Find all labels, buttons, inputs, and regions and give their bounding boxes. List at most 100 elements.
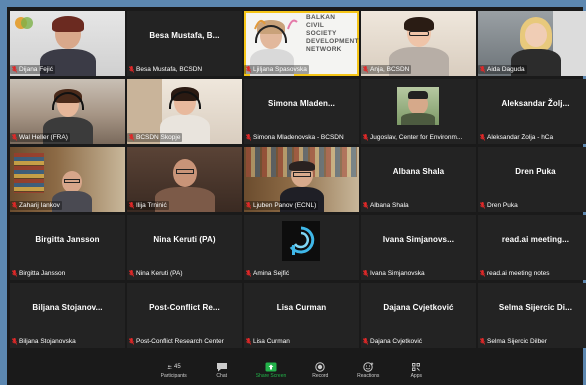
- participant-name-label: read.ai meeting notes: [480, 270, 586, 277]
- muted-mic-icon: [12, 66, 17, 73]
- participant-name-center: Post-Conflict Re...: [149, 303, 220, 312]
- share-screen-label: Share Screen: [255, 373, 287, 379]
- apps-button[interactable]: Apps: [402, 361, 430, 379]
- muted-mic-icon: [363, 134, 368, 141]
- muted-mic-icon: [480, 338, 485, 345]
- participant-name-label: Amina Sejfić: [246, 270, 355, 277]
- muted-mic-icon: [129, 134, 134, 141]
- participant-name-label: Post-Conflict Research Center: [129, 338, 238, 345]
- participant-tile[interactable]: Ivana Simjanovs... Ivana Simjanovska: [361, 215, 476, 280]
- participants-count: 45: [174, 363, 181, 370]
- participant-name-label: Aida Daguda: [478, 65, 527, 74]
- participants-button[interactable]: 45 Participants: [160, 361, 188, 380]
- participant-name-center: Selma Sijercic Di...: [498, 303, 573, 312]
- participant-name-center: Biljana Stojanov...: [32, 303, 103, 312]
- muted-mic-icon: [129, 338, 134, 345]
- participant-name-center: Ivana Simjanovs...: [382, 235, 455, 244]
- participant-tile[interactable]: read.ai meeting... read.ai meeting notes: [478, 215, 586, 280]
- gallery-grid: Dijana Fejić Besa Mustafa, B... Besa Mus…: [10, 11, 586, 356]
- reactions-button[interactable]: Reactions: [354, 361, 382, 379]
- participant-name-center: Lisa Curman: [276, 303, 327, 312]
- participant-tile[interactable]: Albana Shala Albana Shala: [361, 147, 476, 212]
- participant-tile[interactable]: Amina Sejfić: [244, 215, 359, 280]
- participant-tile[interactable]: Ilija Trninić: [127, 147, 242, 212]
- participant-tile[interactable]: Ljuben Panov (ECNL): [244, 147, 359, 212]
- meeting-window: Dijana Fejić Besa Mustafa, B... Besa Mus…: [7, 7, 586, 385]
- participant-name-label: Selma Sijercic Dilber: [480, 338, 586, 345]
- participant-tile[interactable]: Aida Daguda: [478, 11, 586, 76]
- reactions-icon: [361, 361, 375, 372]
- participant-tile[interactable]: Post-Conflict Re... Post-Conflict Resear…: [127, 283, 242, 348]
- sunglasses-icon: [408, 91, 428, 99]
- participant-name-label: Dijana Fejić: [10, 65, 55, 74]
- muted-mic-icon: [363, 202, 368, 209]
- participant-name-center: Besa Mustafa, B...: [149, 31, 220, 40]
- muted-mic-icon: [480, 270, 485, 277]
- participant-name-label: Besa Mustafa, BCSDN: [129, 66, 238, 73]
- participant-name-label: Albana Shala: [363, 202, 472, 209]
- muted-mic-icon: [480, 134, 485, 141]
- bookshelf: [14, 153, 44, 193]
- participant-tile[interactable]: Besa Mustafa, B... Besa Mustafa, BCSDN: [127, 11, 242, 76]
- bcsdn-logo-text: BALKAN CIVIL SOCIETY DEVELOPMENT NETWORK: [306, 14, 359, 53]
- participant-name-label: Dren Puka: [480, 202, 586, 209]
- muted-mic-icon: [363, 338, 368, 345]
- avatar-swirl-icon: [289, 226, 315, 255]
- participant-name-label: Ilija Trninić: [127, 201, 169, 210]
- participant-tile[interactable]: Anja, BCSDN: [361, 11, 476, 76]
- muted-mic-icon: [129, 270, 134, 277]
- bcsdn-network-logo: [250, 14, 300, 34]
- participant-name-label: Ljiljana Spasovska: [244, 65, 309, 74]
- participant-tile[interactable]: Jugoslav, Center for Environm...: [361, 79, 476, 144]
- participant-name-label: Aleksandar Žolja - hCa: [480, 134, 586, 141]
- glasses-icon: [408, 31, 429, 36]
- participant-tile-active-speaker[interactable]: BALKAN CIVIL SOCIETY DEVELOPMENT NETWORK Lji…: [244, 11, 359, 76]
- participant-tile[interactable]: Zaharij Iankov: [10, 147, 125, 212]
- glasses-icon: [175, 169, 194, 174]
- glasses-icon: [64, 179, 80, 183]
- muted-mic-icon: [480, 66, 485, 73]
- participant-name-center: Simona Mladen...: [268, 99, 335, 108]
- participant-name-label: Biljana Stojanovska: [12, 338, 121, 345]
- participant-name-label: Nina Keruti (PA): [129, 270, 238, 277]
- participant-name-center: Dren Puka: [515, 167, 556, 176]
- share-screen-button[interactable]: Share Screen: [255, 361, 287, 379]
- participant-name-label: Dajana Cvjetković: [363, 338, 472, 345]
- muted-mic-icon: [246, 270, 251, 277]
- participant-avatar: [282, 221, 320, 261]
- participants-icon: 45: [167, 361, 181, 372]
- muted-mic-icon: [246, 338, 251, 345]
- record-icon: [313, 361, 327, 372]
- chat-button[interactable]: Chat: [208, 361, 236, 379]
- reactions-label: Reactions: [357, 373, 380, 379]
- participant-tile[interactable]: Nina Keruti (PA) Nina Keruti (PA): [127, 215, 242, 280]
- participant-tile[interactable]: Simona Mladen... Simona Mladenovska - BC…: [244, 79, 359, 144]
- participant-tile[interactable]: BCSDN Skopje: [127, 79, 242, 144]
- participant-name-label: Zaharij Iankov: [10, 201, 62, 210]
- bcsdn-logo-icon: [13, 15, 35, 31]
- share-screen-icon: [264, 361, 278, 372]
- participant-tile[interactable]: Lisa Curman Lisa Curman: [244, 283, 359, 348]
- record-button[interactable]: Record: [306, 361, 334, 379]
- muted-mic-icon: [246, 134, 251, 141]
- participant-tile[interactable]: Wal Heller (FRA): [10, 79, 125, 144]
- muted-mic-icon: [129, 202, 134, 209]
- participant-tile[interactable]: Aleksandar Žolj... Aleksandar Žolja - hC…: [478, 79, 586, 144]
- participant-name-label: Lisa Curman: [246, 338, 355, 345]
- participant-tile[interactable]: Dajana Cvjetković Dajana Cvjetković: [361, 283, 476, 348]
- muted-mic-icon: [246, 66, 251, 73]
- participant-tile[interactable]: Dijana Fejić: [10, 11, 125, 76]
- participant-tile[interactable]: Dren Puka Dren Puka: [478, 147, 586, 212]
- apps-label: Apps: [410, 373, 422, 379]
- participant-tile[interactable]: Selma Sijercic Di... Selma Sijercic Dilb…: [478, 283, 586, 348]
- muted-mic-icon: [363, 66, 368, 73]
- participant-tile[interactable]: Birgitta Jansson Birgitta Jansson: [10, 215, 125, 280]
- participant-name-center: Nina Keruti (PA): [153, 235, 216, 244]
- participant-tile[interactable]: Biljana Stojanov... Biljana Stojanovska: [10, 283, 125, 348]
- muted-mic-icon: [12, 134, 17, 141]
- muted-mic-icon: [246, 202, 251, 209]
- participant-profile-photo: [397, 87, 439, 125]
- participant-name-label: Wal Heller (FRA): [10, 133, 70, 142]
- participant-name-label: Ivana Simjanovska: [363, 270, 472, 277]
- participant-name-center: Birgitta Jansson: [35, 235, 100, 244]
